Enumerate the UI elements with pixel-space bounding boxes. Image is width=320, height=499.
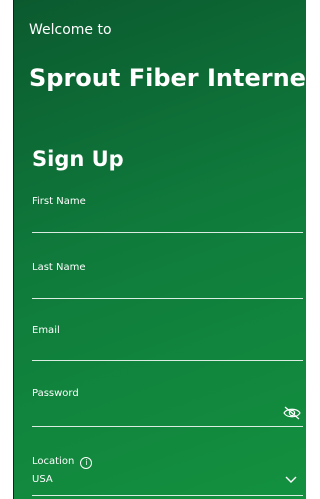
location-underline <box>32 495 303 496</box>
password-underline <box>32 426 303 427</box>
signup-panel: Welcome to Sprout Fiber Internet Sign Up… <box>13 0 306 499</box>
last-name-underline <box>32 298 303 299</box>
first-name-label: First Name <box>32 196 86 207</box>
email-field[interactable]: Email <box>32 325 303 365</box>
location-label-row: Location i <box>32 456 303 469</box>
form-title: Sign Up <box>32 147 124 171</box>
first-name-field[interactable]: First Name <box>32 196 303 236</box>
first-name-underline <box>32 232 303 233</box>
email-underline <box>32 360 303 361</box>
location-select[interactable]: Location i USA <box>32 456 303 496</box>
eye-slash-icon[interactable] <box>283 406 301 420</box>
last-name-label: Last Name <box>32 262 86 273</box>
email-label: Email <box>32 325 60 336</box>
password-field[interactable]: Password <box>32 388 303 430</box>
welcome-text: Welcome to <box>29 22 112 38</box>
location-label: Location <box>32 456 75 467</box>
password-label: Password <box>32 388 79 399</box>
last-name-field[interactable]: Last Name <box>32 262 303 302</box>
brand-title: Sprout Fiber Internet <box>29 64 306 92</box>
chevron-down-icon[interactable] <box>285 476 297 484</box>
location-value: USA <box>32 474 53 485</box>
info-icon[interactable]: i <box>80 457 93 469</box>
